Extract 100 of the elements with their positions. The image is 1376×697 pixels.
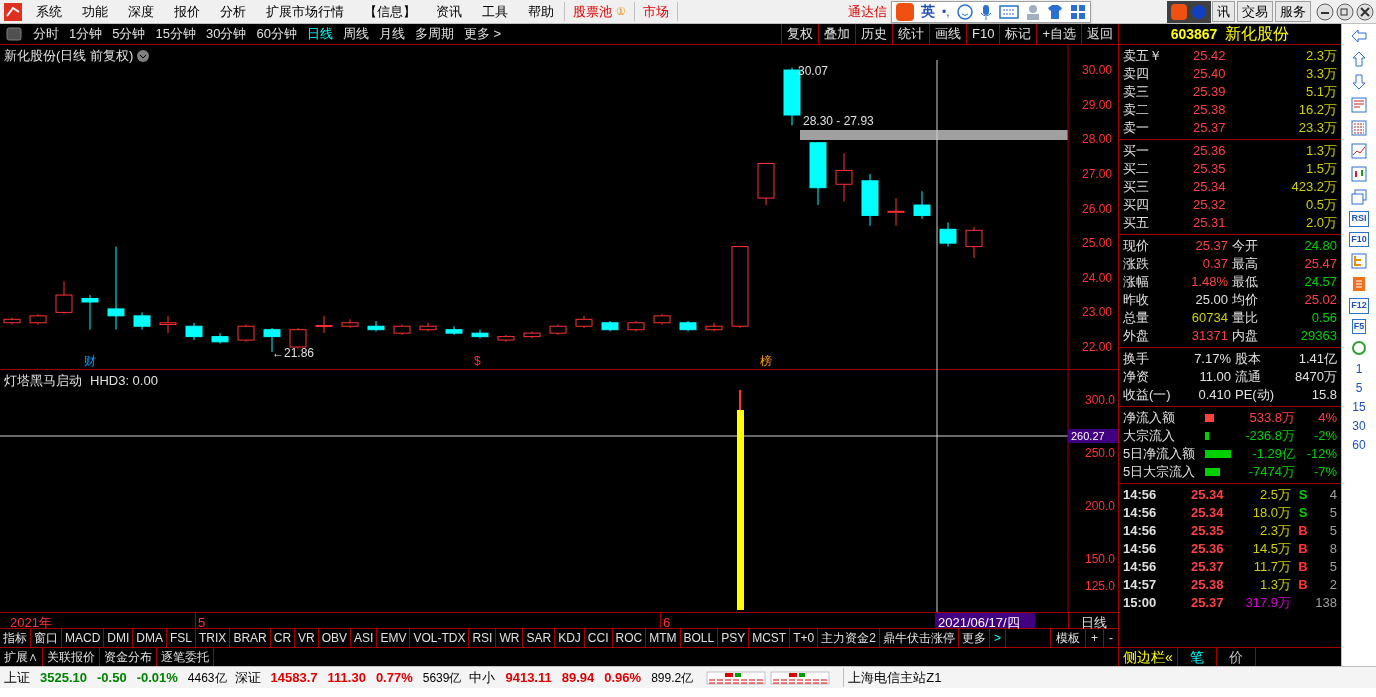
indicator-tab[interactable]: DMI: [104, 629, 134, 647]
menu-item[interactable]: 扩展市场行情: [256, 1, 354, 22]
dropdown-icon[interactable]: [137, 49, 150, 62]
index-amount: 4463亿: [187, 669, 227, 687]
period-button[interactable]: 60: [1352, 438, 1366, 452]
document-icon[interactable]: [1350, 275, 1368, 293]
line-chart-icon[interactable]: [1350, 142, 1368, 160]
period-tab[interactable]: 月线: [373, 24, 410, 44]
indicator-tab[interactable]: MCST: [749, 629, 791, 647]
grid-icon[interactable]: [1069, 3, 1086, 20]
template-button[interactable]: +: [1085, 629, 1103, 647]
strip-button[interactable]: F10: [1349, 231, 1369, 247]
period-button[interactable]: 1: [1355, 362, 1363, 376]
period-tab[interactable]: 60分钟: [251, 24, 302, 44]
period-tab[interactable]: 多周期: [409, 24, 459, 44]
tick-price: 25.34: [1191, 486, 1225, 504]
indicator-tab[interactable]: VR: [295, 629, 319, 647]
keyboard-icon[interactable]: [998, 4, 1019, 19]
arrow-left-icon[interactable]: [1350, 27, 1368, 45]
indicator-tab[interactable]: MACD: [62, 629, 105, 647]
header-button[interactable]: 服务: [1275, 0, 1311, 23]
period-tab[interactable]: 周线: [337, 24, 374, 44]
template-button[interactable]: 模板: [1050, 629, 1085, 647]
indicator-tab[interactable]: FSL: [167, 629, 197, 647]
close-icon[interactable]: [1356, 2, 1374, 21]
indicator-tab[interactable]: VOL-TDX: [410, 629, 470, 647]
indicator-tab[interactable]: T+0: [790, 629, 819, 647]
refresh-icon[interactable]: [1350, 339, 1368, 357]
indicator-tab[interactable]: 指标: [0, 629, 31, 647]
indicator-tab[interactable]: 更多: [958, 629, 990, 647]
period-tab[interactable]: 5分钟: [107, 24, 151, 44]
menu-item[interactable]: 系统: [26, 1, 72, 22]
arrow-down-icon[interactable]: [1350, 73, 1368, 91]
indicator-tab[interactable]: CCI: [584, 629, 613, 647]
event-marker[interactable]: 财: [84, 354, 96, 368]
menu-item[interactable]: 深度: [118, 1, 164, 22]
indicator-tab[interactable]: OBV: [318, 629, 352, 647]
indicator-tab[interactable]: DMA: [133, 629, 167, 647]
minimize-icon[interactable]: [1316, 2, 1334, 21]
period-tab[interactable]: 更多 >: [458, 24, 507, 44]
event-marker[interactable]: $: [474, 354, 481, 368]
period-button[interactable]: 15: [1352, 400, 1366, 414]
period-button[interactable]: 5: [1355, 381, 1363, 395]
restore-icon[interactable]: [1336, 2, 1354, 21]
menu-item[interactable]: 【信息】: [354, 1, 426, 22]
indicator-tab[interactable]: EMV: [377, 629, 411, 647]
indicator-tab[interactable]: RSI: [469, 629, 497, 647]
indicator-tab[interactable]: ASI: [351, 629, 378, 647]
period-button[interactable]: 30: [1352, 419, 1366, 433]
strip-button[interactable]: F12: [1349, 298, 1369, 314]
indicator-tab[interactable]: TRIX: [196, 629, 231, 647]
chart-tool-button[interactable]: +自选: [1036, 24, 1081, 44]
ime-punctuation-toggle[interactable]: •,: [942, 2, 950, 21]
windows-icon[interactable]: [1350, 188, 1368, 206]
chart-tool-button[interactable]: 统计: [892, 24, 929, 44]
chart-tool-button[interactable]: 叠加: [818, 24, 855, 44]
panel-toggle-icon[interactable]: [6, 27, 22, 41]
period-tab[interactable]: 分时: [28, 24, 64, 44]
chart-tool-button[interactable]: 标记: [999, 24, 1037, 44]
chart-tool-button[interactable]: F10: [966, 24, 1000, 44]
indicator-tab[interactable]: CR: [270, 629, 296, 647]
shirt-icon[interactable]: [1046, 3, 1063, 20]
menu-item[interactable]: 分析: [210, 1, 256, 22]
chart-tool-button[interactable]: 画线: [929, 24, 966, 44]
smiley-icon[interactable]: [956, 3, 973, 20]
chart-tool-button[interactable]: 复权: [781, 24, 818, 44]
microphone-icon[interactable]: [979, 3, 992, 20]
indicator-tab[interactable]: MTM: [646, 629, 681, 647]
chart-tool-button[interactable]: 历史: [855, 24, 892, 44]
indicator-tab[interactable]: BRAR: [230, 629, 271, 647]
indicator-tab[interactable]: PSY: [718, 629, 750, 647]
header-button[interactable]: 交易: [1237, 0, 1273, 23]
stock-pool-menu[interactable]: 股票池 ①: [564, 1, 635, 22]
period-tab[interactable]: 30分钟: [200, 24, 252, 44]
tree-icon[interactable]: [1350, 252, 1368, 270]
ime-language-toggle[interactable]: 英: [921, 1, 935, 22]
indicator-tab[interactable]: 主力资金2: [818, 629, 880, 647]
indicator-tab[interactable]: WR: [496, 629, 524, 647]
indicator-tab[interactable]: 窗口: [31, 629, 62, 647]
indicator-tab[interactable]: KDJ: [555, 629, 585, 647]
menu-item[interactable]: 工具: [472, 1, 518, 22]
header-button[interactable]: 讯: [1212, 0, 1235, 23]
arrow-up-icon[interactable]: [1350, 50, 1368, 68]
period-tab[interactable]: 日线: [301, 24, 338, 44]
event-marker[interactable]: 榜: [760, 354, 772, 368]
indicator-tab[interactable]: SAR: [523, 629, 556, 647]
strip-button[interactable]: RSI: [1349, 211, 1369, 227]
indicator-tab[interactable]: 鼎牛伏击涨停: [879, 629, 959, 647]
market-menu[interactable]: 市场: [635, 1, 678, 22]
strip-button[interactable]: F5: [1351, 318, 1367, 334]
menu-item[interactable]: 帮助: [518, 1, 564, 22]
menu-item[interactable]: 资讯: [426, 1, 472, 22]
indicator-tab[interactable]: BOLL: [680, 629, 719, 647]
period-tab[interactable]: 15分钟: [150, 24, 201, 44]
indicator-tab[interactable]: ROC: [612, 629, 647, 647]
app-logo-icon[interactable]: [4, 2, 22, 21]
menu-item[interactable]: 报价: [164, 1, 210, 22]
menu-item[interactable]: 功能: [72, 1, 118, 22]
period-tab[interactable]: 1分钟: [64, 24, 108, 44]
candlestick-icon[interactable]: [1350, 165, 1368, 183]
